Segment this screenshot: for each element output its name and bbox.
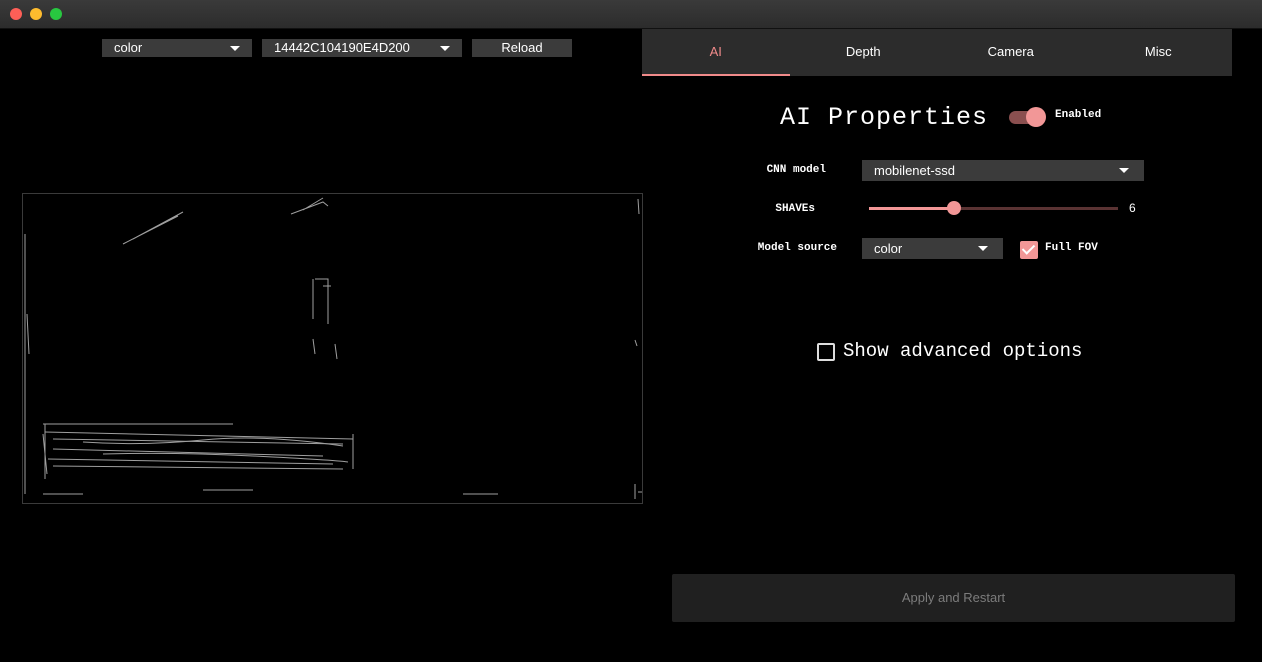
full-fov-checkbox[interactable] [1020,241,1038,259]
cnn-model-select[interactable]: mobilenet-ssd [862,160,1144,181]
model-source-value: color [874,241,903,256]
cnn-model-label: CNN model [766,164,826,176]
reload-button[interactable]: Reload [472,39,572,57]
shaves-label: SHAVEs [775,203,815,215]
chevron-down-icon [978,246,988,251]
model-source-label: Model source [757,242,837,254]
tab-misc[interactable]: Misc [1085,29,1233,76]
shaves-slider[interactable] [869,201,1118,215]
preview-source-select[interactable]: color [102,39,252,57]
preview-source-value: color [114,40,143,55]
maximize-window-button[interactable] [50,8,62,20]
device-select-value: 14442C104190E4D200 [274,40,410,55]
apply-and-restart-button[interactable]: Apply and Restart [672,574,1235,622]
chevron-down-icon [1119,168,1129,173]
tab-ai[interactable]: AI [642,29,790,76]
edge-detection-image [24,197,642,499]
camera-preview [22,193,643,504]
shaves-value: 6 [1129,201,1136,215]
chevron-down-icon [230,46,240,51]
cnn-model-value: mobilenet-ssd [874,163,955,178]
full-fov-label: Full FOV [1045,242,1098,254]
shaves-slider-handle[interactable] [946,201,961,215]
close-window-button[interactable] [10,8,22,20]
show-advanced-label: Show advanced options [843,340,1083,362]
minimize-window-button[interactable] [30,8,42,20]
shaves-slider-fill [869,207,954,210]
settings-tabs: AI Depth Camera Misc [642,29,1232,76]
ai-enabled-label: Enabled [1055,109,1102,121]
tab-camera[interactable]: Camera [937,29,1085,76]
page-title: AI Properties [780,103,989,132]
toggle-knob [1026,107,1046,127]
device-select[interactable]: 14442C104190E4D200 [262,39,462,57]
ai-enabled-toggle[interactable] [1009,107,1046,127]
window-titlebar [0,0,1262,29]
tab-depth[interactable]: Depth [790,29,938,76]
show-advanced-checkbox[interactable] [817,343,835,361]
model-source-select[interactable]: color [862,238,1003,259]
chevron-down-icon [440,46,450,51]
